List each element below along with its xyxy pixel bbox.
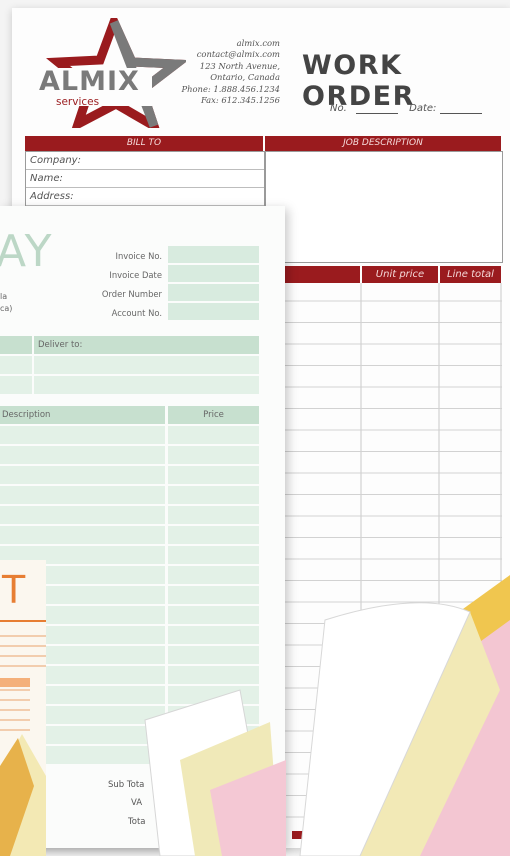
carbon-copy-curls xyxy=(144,575,510,856)
